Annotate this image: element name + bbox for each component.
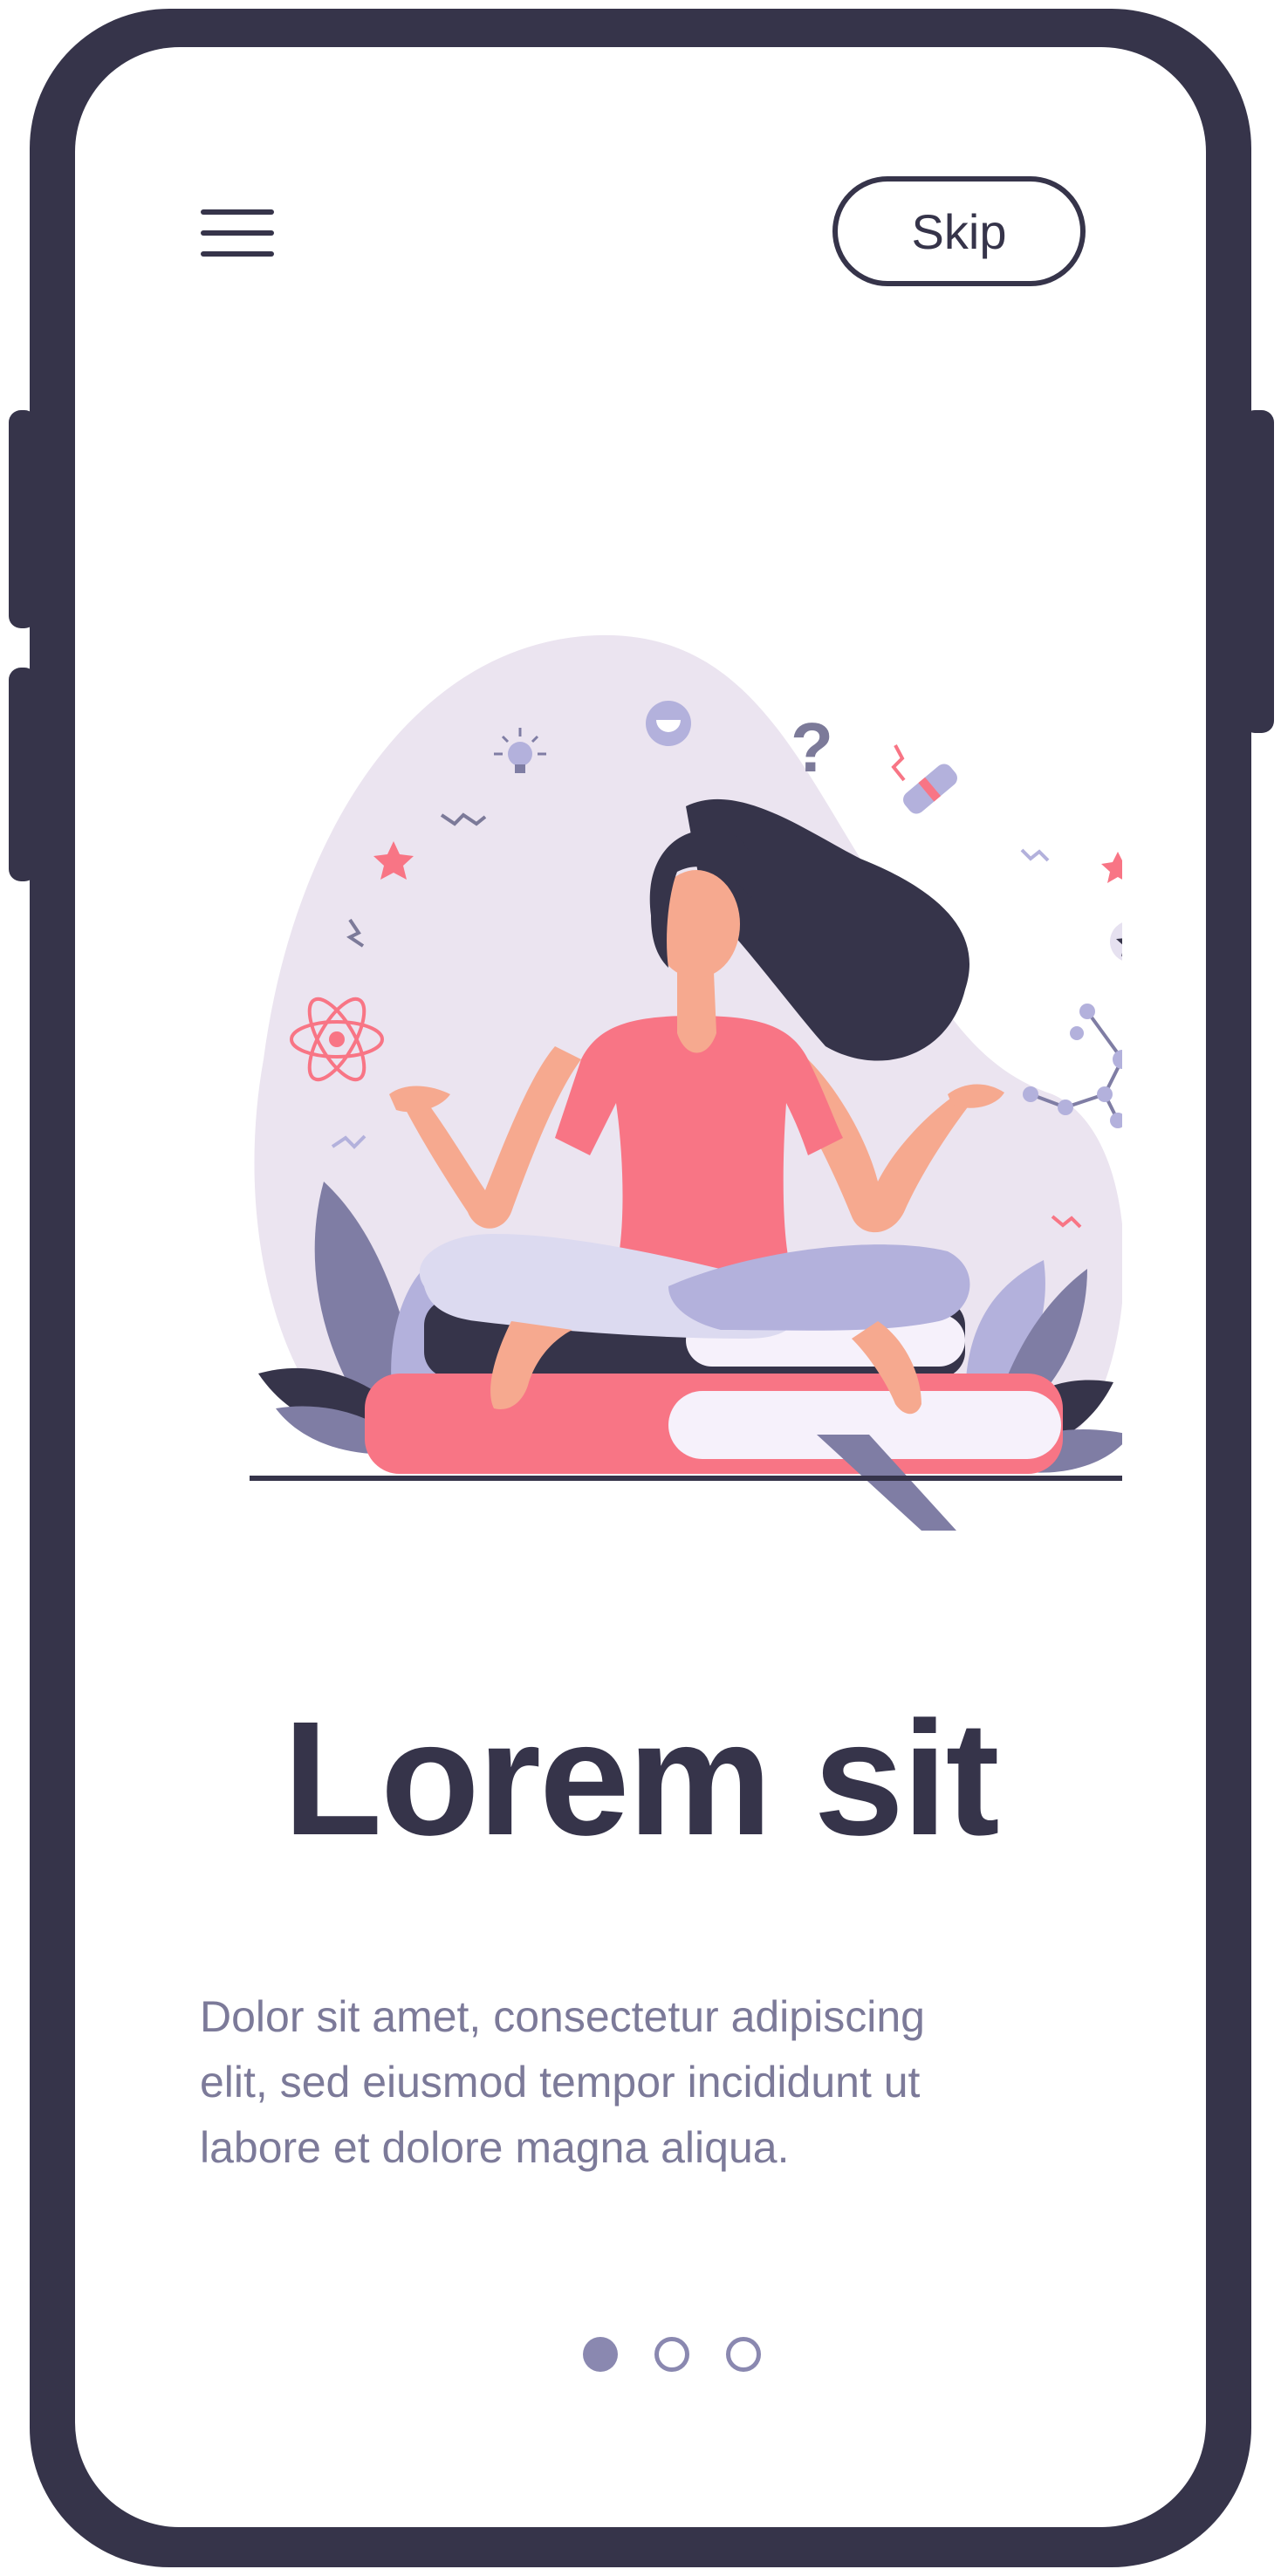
phone-side-button-left-top: [9, 410, 37, 628]
phone-side-button-left-bottom: [9, 668, 37, 881]
page-dot-active[interactable]: [583, 2337, 618, 2372]
body-text: Dolor sit amet, consectetur adipiscing e…: [200, 1984, 1107, 2181]
meditation-illustration: ?: [250, 634, 1122, 1531]
page-dot[interactable]: [726, 2337, 761, 2372]
star-icon: [1101, 852, 1122, 883]
question-mark-icon: ?: [791, 709, 833, 786]
page-title: Lorem sit: [283, 1689, 999, 1869]
neck: [677, 972, 716, 1053]
menu-line: [201, 209, 274, 215]
hamburger-menu-icon[interactable]: [195, 195, 279, 274]
menu-line: [201, 230, 274, 236]
page-dot[interactable]: [654, 2337, 689, 2372]
body-text-line: Dolor sit amet, consectetur adipiscing: [200, 1992, 925, 2041]
skip-button[interactable]: Skip: [832, 176, 1086, 286]
squiggle-mark: [1020, 848, 1050, 862]
diploma-scroll-icon: [903, 764, 957, 814]
phone-screen: Skip ? Lorem sit Dolor sit amet, consect…: [75, 47, 1206, 2527]
page-indicator: [546, 2335, 761, 2375]
body-text-line: elit, sed eiusmod tempor incididunt ut: [200, 2058, 921, 2107]
phone-side-button-right: [1243, 410, 1274, 733]
menu-line: [201, 251, 274, 257]
body-text-line: labore et dolore magna aliqua.: [200, 2123, 790, 2172]
canvas: Skip ? Lorem sit Dolor sit amet, consect…: [0, 0, 1281, 2576]
squiggle-mark: [891, 744, 906, 782]
smiley-icon: [646, 701, 691, 746]
